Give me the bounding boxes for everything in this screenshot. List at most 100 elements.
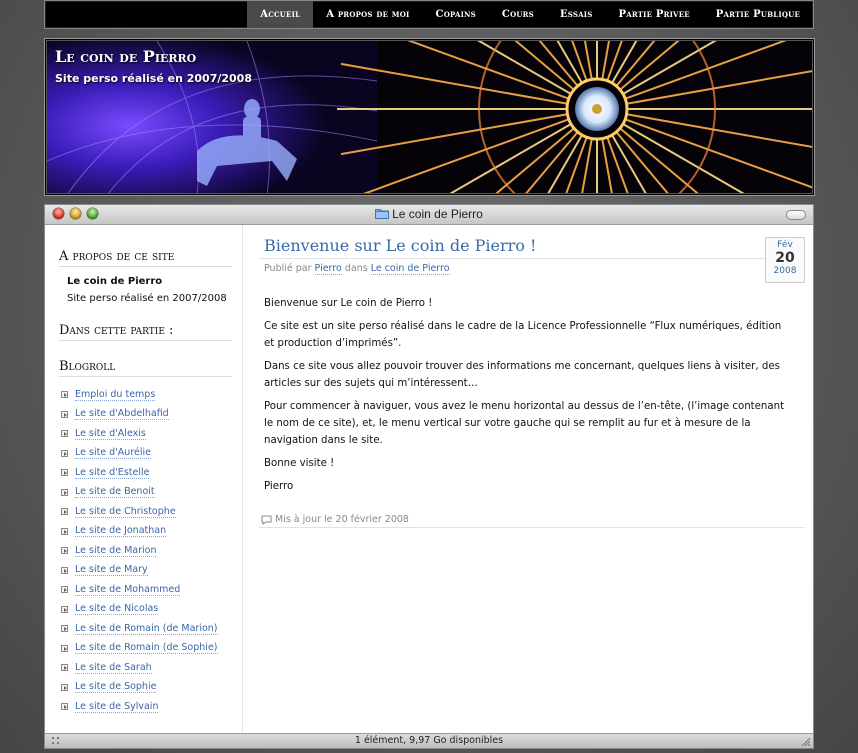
- status-bar: 1 élément, 9,97 Go disponibles: [45, 733, 813, 748]
- arrow-bullet-icon: [61, 644, 68, 652]
- nav-item-cours[interactable]: Cours: [489, 1, 547, 28]
- blogroll-item: Le site de Nicolas: [61, 600, 218, 620]
- arrow-bullet-icon: [61, 547, 68, 555]
- blogroll-item: Le site de Sophie: [61, 678, 218, 698]
- nav-item-partie-privee[interactable]: Partie Privee: [606, 1, 703, 28]
- about-site-name: Le coin de Pierro: [67, 276, 163, 287]
- blogroll-item: Le site de Jonathan: [61, 522, 218, 542]
- blogroll-link[interactable]: Le site de Jonathan: [75, 525, 167, 538]
- post-paragraph: Pour commencer à naviguer, vous avez le …: [264, 401, 785, 446]
- author-link[interactable]: Pierro: [314, 263, 342, 275]
- blogroll-item: Emploi du temps: [61, 385, 218, 405]
- blogroll-link[interactable]: Le site d'Estelle: [75, 467, 150, 479]
- post-title[interactable]: Bienvenue sur Le coin de Pierro !: [264, 236, 536, 255]
- sidebar: A propos de ce site Le coin de Pierro Si…: [45, 225, 243, 734]
- title-divider: [259, 258, 805, 259]
- blogroll-item: Le site d'Abdelhafid: [61, 405, 218, 425]
- post-paragraph: Bonne visite !: [264, 458, 335, 469]
- blogroll-link[interactable]: Le site de Mary: [75, 564, 148, 577]
- nav-item-partie-publique[interactable]: Partie Publique: [703, 1, 813, 28]
- grip-icon: [52, 737, 59, 744]
- post-paragraph: Bienvenue sur Le coin de Pierro !: [264, 298, 433, 309]
- nav-item-essais[interactable]: Essais: [547, 1, 606, 28]
- blogroll-link[interactable]: Le site de Marion: [75, 545, 157, 557]
- nav-item-a-propos-de-moi[interactable]: A propos de moi: [313, 1, 422, 28]
- blogroll-link[interactable]: Emploi du temps: [75, 389, 156, 401]
- blogroll-item: Le site de Mary: [61, 561, 218, 581]
- main-content: Bienvenue sur Le coin de Pierro ! Publié…: [243, 225, 813, 734]
- blogroll-item: Le site de Sylvain: [61, 697, 218, 717]
- blogroll-link[interactable]: Le site de Sophie: [75, 681, 157, 694]
- blogroll-item: Le site de Marion: [61, 541, 218, 561]
- post-body: Bienvenue sur Le coin de Pierro ! Ce site…: [264, 295, 789, 501]
- arrow-bullet-icon: [61, 508, 68, 516]
- folder-icon: [375, 209, 390, 219]
- arrow-bullet-icon: [61, 605, 68, 613]
- nav-menu: Accueil A propos de moi Copains Cours Essais…: [247, 1, 813, 28]
- meta-mid: dans: [344, 263, 368, 274]
- date-month: Fév: [777, 240, 793, 250]
- status-text: 1 élément, 9,97 Go disponibles: [354, 735, 504, 746]
- date-year: 2008: [773, 266, 797, 276]
- blogroll-heading: Blogroll: [59, 359, 232, 377]
- blogroll-link[interactable]: Le site de Nicolas: [75, 603, 159, 616]
- arrow-bullet-icon: [61, 449, 68, 457]
- date-day: 20: [775, 250, 795, 266]
- blogroll-link[interactable]: Le site de Sylvain: [75, 701, 159, 713]
- arrow-bullet-icon: [61, 527, 68, 535]
- arrow-bullet-icon: [61, 625, 68, 633]
- window-titlebar[interactable]: Le coin de Pierro: [45, 205, 813, 225]
- blogroll-item: Le site d'Alexis: [61, 424, 218, 444]
- arrow-bullet-icon: [61, 488, 68, 496]
- arrow-bullet-icon: [61, 586, 68, 594]
- post-meta: Publié par Pierro dans Le coin de Pierro: [264, 263, 450, 275]
- blogroll-link[interactable]: Le site d'Alexis: [75, 428, 146, 440]
- updated-text: Mis à jour le 20 février 2008: [275, 514, 409, 525]
- nav-item-accueil[interactable]: Accueil: [247, 1, 314, 28]
- meta-prefix: Publié par: [264, 263, 312, 274]
- finder-window: Le coin de Pierro A propos de ce site Le…: [44, 204, 814, 749]
- about-site-description: Site perso réalisé en 2007/2008: [67, 293, 227, 304]
- blogroll-link[interactable]: Le site de Christophe: [75, 506, 176, 518]
- blogroll-link[interactable]: Le site de Sarah: [75, 662, 152, 674]
- arrow-bullet-icon: [61, 391, 68, 399]
- site-subtitle: Site perso réalisé en 2007/2008: [55, 72, 252, 85]
- blogroll-list: Emploi du temps Le site d'Abdelhafid Le si…: [61, 385, 218, 717]
- window-title: Le coin de Pierro: [45, 205, 813, 224]
- category-link[interactable]: Le coin de Pierro: [370, 263, 450, 275]
- section-heading: Dans cette partie :: [59, 323, 232, 341]
- arrow-bullet-icon: [61, 430, 68, 438]
- comment-bubble-icon: [261, 515, 272, 525]
- blogroll-item: Le site de Christophe: [61, 502, 218, 522]
- resize-handle-icon[interactable]: [800, 736, 810, 746]
- window-title-text: Le coin de Pierro: [392, 207, 483, 221]
- blogroll-item: Le site d'Aurélie: [61, 444, 218, 464]
- blogroll-item: Le site d'Estelle: [61, 463, 218, 483]
- header-banner: Le coin de Pierro Site perso réalisé en …: [44, 38, 815, 196]
- arrow-bullet-icon: [61, 703, 68, 711]
- blogroll-link[interactable]: Le site de Romain (de Marion): [75, 623, 218, 635]
- about-heading: A propos de ce site: [59, 249, 232, 267]
- blogroll-item: Le site de Romain (de Sophie): [61, 639, 218, 659]
- blogroll-item: Le site de Mohammed: [61, 580, 218, 600]
- arrow-bullet-icon: [61, 683, 68, 691]
- blogroll-item: Le site de Benoit: [61, 483, 218, 503]
- arrow-bullet-icon: [61, 410, 68, 418]
- toolbar-toggle-button[interactable]: [786, 210, 806, 220]
- blogroll-link[interactable]: Le site de Mohammed: [75, 584, 181, 596]
- top-navigation: Accueil A propos de moi Copains Cours Essais…: [44, 0, 814, 29]
- post-footer-divider: [259, 527, 805, 528]
- blogroll-link[interactable]: Le site d'Aurélie: [75, 447, 151, 460]
- post-updated: Mis à jour le 20 février 2008: [261, 514, 409, 525]
- blogroll-item: Le site de Romain (de Marion): [61, 619, 218, 639]
- arrow-bullet-icon: [61, 469, 68, 477]
- blogroll-link[interactable]: Le site de Romain (de Sophie): [75, 642, 218, 655]
- date-badge: Fév 20 2008: [765, 237, 805, 283]
- blogroll-link[interactable]: Le site de Benoit: [75, 486, 155, 499]
- blogroll-link[interactable]: Le site d'Abdelhafid: [75, 408, 169, 421]
- nav-item-copains[interactable]: Copains: [423, 1, 489, 28]
- arrow-bullet-icon: [61, 566, 68, 574]
- post-paragraph: Dans ce site vous allez pouvoir trouver …: [264, 361, 780, 389]
- site-title[interactable]: Le coin de Pierro: [55, 47, 196, 66]
- arrow-bullet-icon: [61, 664, 68, 672]
